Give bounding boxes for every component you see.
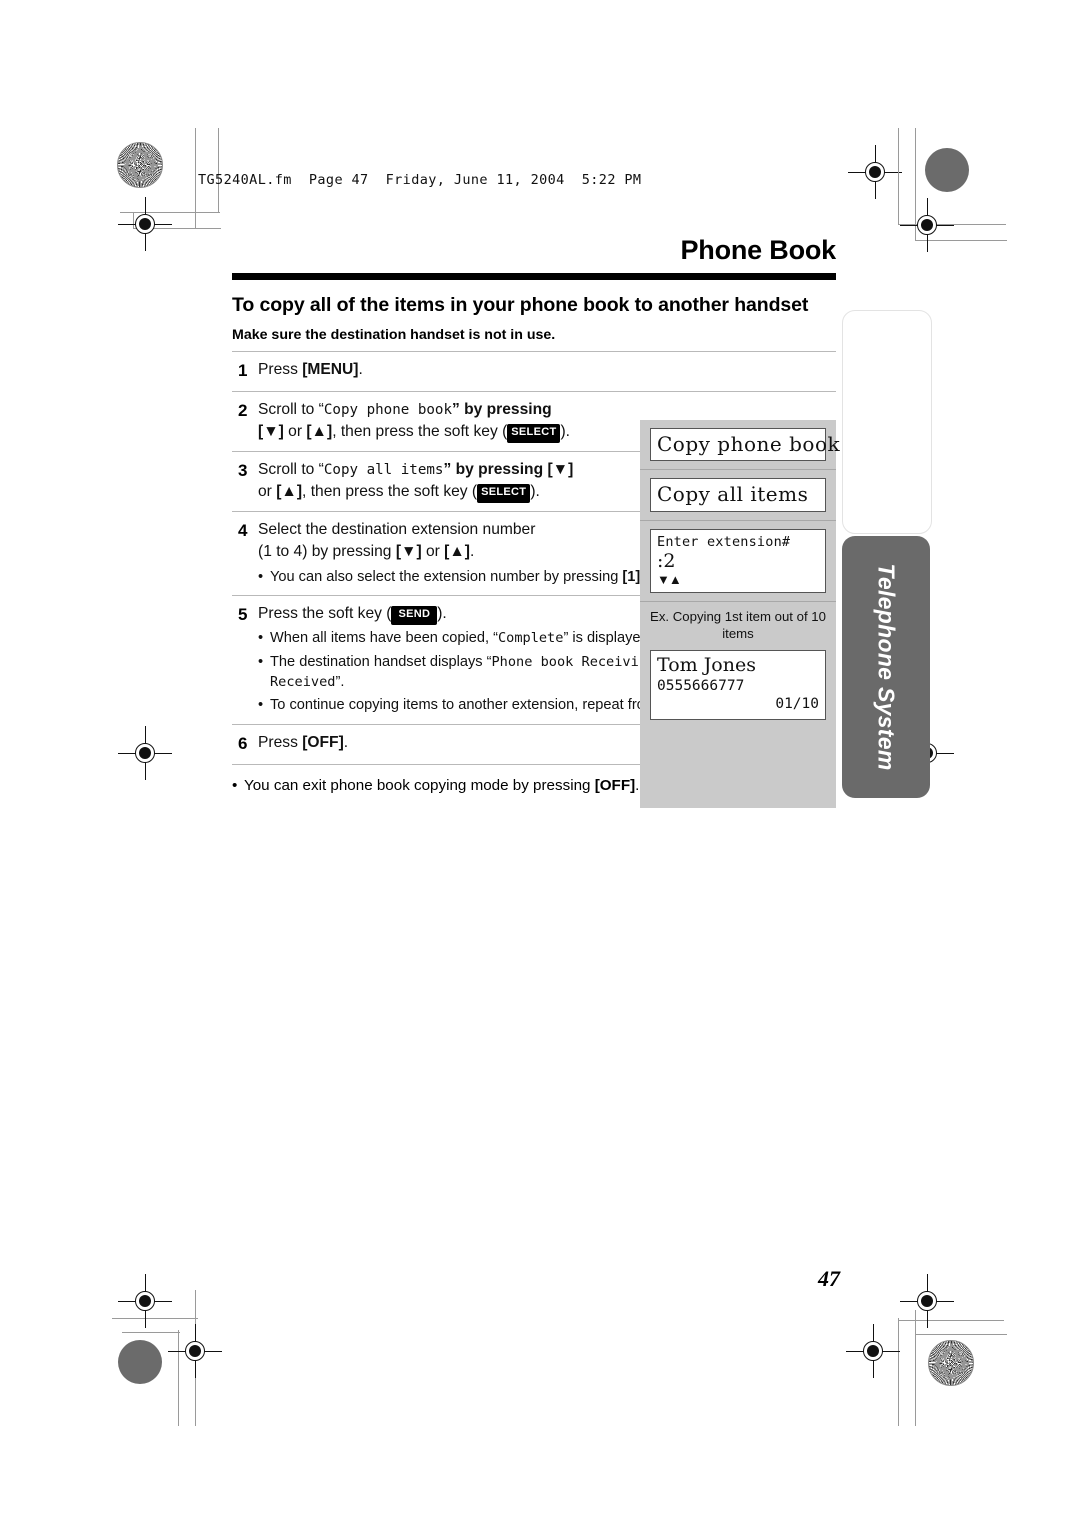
title-rule xyxy=(232,272,836,280)
text-run: , then press the soft key ( xyxy=(302,483,478,501)
text-run: Press xyxy=(258,733,303,751)
emphasis-text: [1] xyxy=(622,568,641,585)
emphasis-text: [MENU] xyxy=(302,360,359,378)
softkey-badge[interactable]: SELECT xyxy=(477,484,531,503)
display-text: Phone book Receiving xyxy=(491,653,656,670)
text-run: . xyxy=(635,776,640,794)
lcd-cell-copy-phone-book: Copy phone book xyxy=(640,428,841,462)
divider xyxy=(640,519,836,521)
side-tab-ghost xyxy=(842,310,932,534)
step-line: Press [MENU]. xyxy=(258,359,836,381)
lcd-cell-enter-extension: Enter extension#:2 ▼▲ xyxy=(640,519,836,594)
page-title: Phone Book xyxy=(680,235,836,265)
text-run: or xyxy=(258,483,277,501)
section-title: To copy all of the items in your phone b… xyxy=(232,293,809,316)
softkey-badge[interactable]: SELECT xyxy=(507,423,561,443)
registration-crosshair xyxy=(846,1324,900,1378)
gray-dot-mark xyxy=(118,1340,162,1384)
lcd-screen-enter-extension: Enter extension#:2 ▼▲ xyxy=(650,528,826,594)
registration-crosshair xyxy=(900,198,954,252)
text-run: . xyxy=(358,360,363,378)
lcd-cell-copying-item: Ex. Copying 1st item out of 10 items Tom … xyxy=(640,601,836,720)
lcd-caption: Ex. Copying 1st item out of 10 items xyxy=(650,609,826,641)
gray-dot-mark xyxy=(925,148,969,192)
side-tab-telephone-system[interactable]: Telephone System xyxy=(842,536,930,798)
emphasis-text: [OFF] xyxy=(302,733,344,751)
step-row: 1 Press [MENU]. xyxy=(232,352,836,391)
text-run: Select the destination extension number xyxy=(258,521,536,539)
step-number: 5 xyxy=(238,605,248,625)
text-run: or xyxy=(421,543,445,561)
lcd-prompt: Enter extension# xyxy=(657,533,791,550)
emphasis-text: ” by pressing xyxy=(451,400,552,418)
text-run: Scroll to “ xyxy=(258,461,324,479)
emphasis-text: [▼] xyxy=(395,543,422,561)
registration-crosshair xyxy=(848,145,902,199)
text-run: ). xyxy=(437,605,447,623)
step-body: Press [MENU]. xyxy=(258,359,836,381)
text-run: ”. xyxy=(335,674,345,691)
lcd-screen-copy-phone-book: Copy phone book xyxy=(650,428,841,462)
registration-crosshair xyxy=(168,1324,222,1378)
starburst-mark xyxy=(117,142,163,188)
lcd-cell-copy-all-items: Copy all items xyxy=(640,469,836,512)
emphasis-text: [▲] xyxy=(444,543,470,561)
step-line: Scroll to “Copy phone book” by pressing xyxy=(258,399,836,421)
bullet-marker: • xyxy=(258,697,264,714)
text-run: ). xyxy=(530,483,540,501)
registration-crosshair xyxy=(118,1274,172,1328)
emphasis-text: [▲] xyxy=(276,483,303,501)
divider xyxy=(640,469,836,471)
step-number: 3 xyxy=(238,461,248,481)
lcd-screen-copying-item: Tom Jones 0555666777 01/10 xyxy=(650,650,826,720)
file-header: TG5240AL.fm Page 47 Friday, June 11, 200… xyxy=(198,172,642,188)
manual-page: TG5240AL.fm Page 47 Friday, June 11, 200… xyxy=(0,0,1080,1528)
text-run: . xyxy=(470,543,475,561)
text-run: When all items have been copied, “ xyxy=(270,630,498,647)
text-run: Scroll to “ xyxy=(258,400,324,418)
emphasis-text: [OFF] xyxy=(594,776,636,794)
emphasis-text: [▲] xyxy=(306,422,333,440)
text-run: Press the soft key ( xyxy=(258,605,392,623)
lcd-screens-column: Copy phone book Copy all items Enter exten… xyxy=(640,420,841,808)
lcd-item-counter: 01/10 xyxy=(775,696,819,713)
step-number: 1 xyxy=(238,360,248,380)
side-tab-label: Telephone System xyxy=(873,563,900,771)
page-number: 47 xyxy=(818,1266,840,1291)
registration-crosshair xyxy=(900,1274,954,1328)
display-text: Copy phone book xyxy=(323,401,452,418)
text-run: The destination handset displays “ xyxy=(270,653,492,670)
text-run: , then press the soft key ( xyxy=(332,422,508,440)
text-run: You can exit phone book copying mode by … xyxy=(244,776,595,794)
display-text: Copy all items xyxy=(323,462,444,479)
emphasis-text: [▼] xyxy=(258,422,284,440)
text-run: ). xyxy=(560,422,571,440)
lcd-screen-copy-all-items: Copy all items xyxy=(650,478,826,512)
softkey-badge[interactable]: SEND xyxy=(391,606,438,625)
starburst-mark xyxy=(928,1340,974,1386)
lead-note: Make sure the destination handset is not… xyxy=(232,326,556,343)
lcd-contact-number: 0555666777 xyxy=(657,678,745,695)
registration-crosshair xyxy=(118,726,172,780)
lcd-contact-name: Tom Jones xyxy=(657,654,756,677)
step-number: 6 xyxy=(238,733,248,753)
step-number: 2 xyxy=(238,400,248,420)
emphasis-text: [▼] xyxy=(547,461,574,479)
text-run: (1 to 4) by pressing xyxy=(258,543,396,561)
registration-crosshair xyxy=(118,197,172,251)
bullet-marker: • xyxy=(258,568,264,585)
bullet-marker: • xyxy=(258,653,264,670)
lcd-line: Copy all items xyxy=(657,482,809,507)
text-run: . xyxy=(343,733,349,751)
text-run: You can also select the extension number… xyxy=(270,568,623,585)
text-run: Press xyxy=(258,360,303,378)
bullet-marker: • xyxy=(258,630,264,647)
lcd-scroll-arrows-icon: ▼▲ xyxy=(657,572,682,588)
emphasis-text: ” by pressing xyxy=(443,461,548,479)
lcd-value: :2 xyxy=(657,550,676,573)
lcd-line: Copy phone book xyxy=(657,432,841,456)
step-number: 4 xyxy=(238,521,248,541)
display-text: Complete xyxy=(497,630,564,647)
text-run: or xyxy=(283,422,307,440)
